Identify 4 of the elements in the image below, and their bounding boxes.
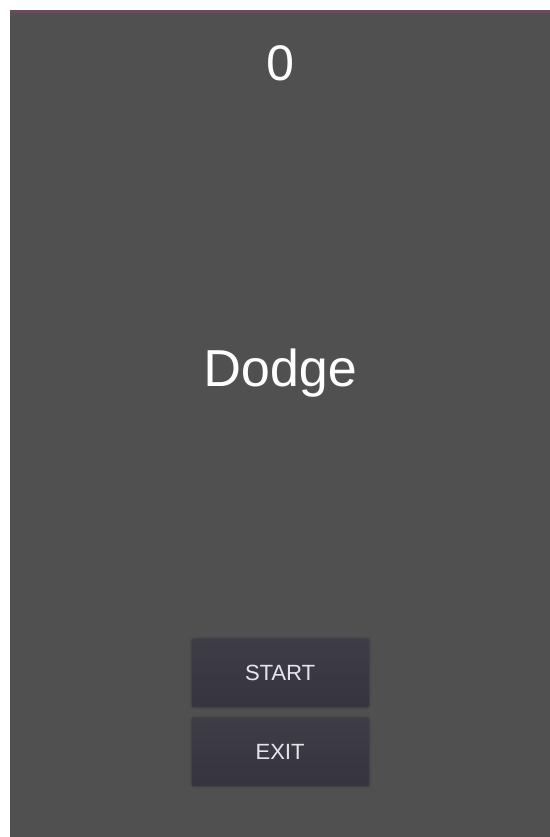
menu-button[interactable]: EXIT (192, 718, 368, 786)
game-title: Dodge (203, 339, 357, 399)
menu-button[interactable]: START (192, 639, 368, 707)
score: 0 (266, 35, 294, 91)
